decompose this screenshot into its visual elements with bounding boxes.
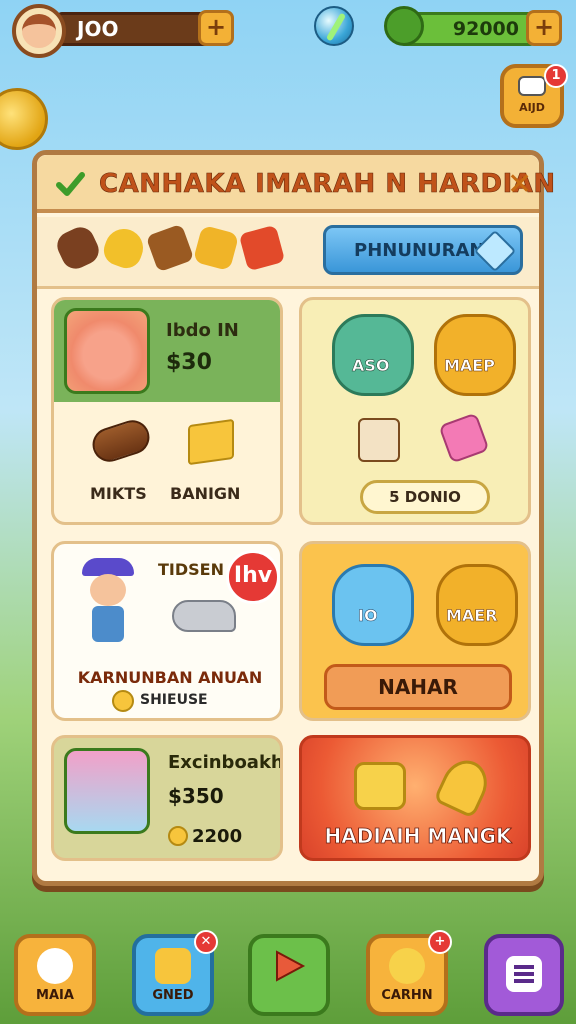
offer-card-blobs[interactable]: ASO MAEP 5 DONIO <box>299 297 531 525</box>
add-coins-button[interactable]: + <box>198 10 234 46</box>
green-blob-icon <box>332 314 414 396</box>
log-item-icon <box>88 415 154 467</box>
nav-shop-label: CARHN <box>381 988 433 1003</box>
pig-portrait-icon <box>64 308 150 394</box>
blob-label-4: MAER <box>446 606 498 626</box>
gold-blob-icon <box>434 314 516 396</box>
diamond-icon <box>473 229 517 273</box>
coin-counter: JOO <box>56 12 216 46</box>
cheese-icon <box>354 762 406 810</box>
pineapple-icon <box>192 224 240 272</box>
mail-label: AIJD <box>519 101 545 114</box>
card-title: Ibdo IN <box>166 320 239 341</box>
toast-icon <box>358 418 400 462</box>
nav-main-label: MAIA <box>36 988 74 1003</box>
search-button[interactable]: PHNUNURAN <box>323 225 523 275</box>
panel-header: CANHAKA IMARAH N HARDIAN ✕ <box>37 155 555 213</box>
log-icon <box>52 222 104 274</box>
nav-quest-button[interactable]: GNED ✕ <box>132 930 218 1016</box>
coin-icon <box>168 826 188 846</box>
event-tag: TIDSEN <box>158 560 224 579</box>
offer-card-farmer[interactable]: Excinboakh $350 2200 <box>51 735 283 861</box>
item-label-2: BANIGN <box>170 484 241 503</box>
gold-block-icon <box>188 418 234 466</box>
gold-blob-icon-2 <box>436 564 518 646</box>
nav-quest-badge: ✕ <box>194 930 218 954</box>
blob-label-2: MAEP <box>444 356 495 376</box>
offer-card-market[interactable]: IO MAER NAHAR <box>299 541 531 721</box>
nav-shop-badge: + <box>428 930 452 954</box>
corn-icon <box>99 223 149 273</box>
seal-icon <box>172 600 236 632</box>
search-label: PHNUNURAN <box>354 240 485 261</box>
floating-coin-icon <box>0 88 48 150</box>
farmer-price: $350 <box>168 784 224 808</box>
event-title: KARNUNBAN ANUAN <box>77 668 263 687</box>
mail-badge: 1 <box>544 64 568 88</box>
mail-button[interactable]: AIJD 1 <box>500 64 568 128</box>
scroll-icon <box>155 948 191 984</box>
blue-blob-icon <box>332 564 414 646</box>
shield-icon <box>389 948 425 984</box>
coin-small-icon <box>112 690 134 712</box>
blob-label-3: IO <box>358 606 378 626</box>
nav-shop-button[interactable]: CARHN + <box>366 930 452 1016</box>
farmer-title: Excinboakh <box>168 752 283 773</box>
item-label-1: MIKTS <box>90 484 147 503</box>
close-icon[interactable]: ✕ <box>507 167 532 202</box>
strawberry-icon <box>238 224 286 272</box>
panel-title: CANHAKA IMARAH N HARDIAN <box>99 169 556 200</box>
nav-menu-button[interactable] <box>484 934 564 1016</box>
resource-row: PHNUNURAN <box>37 217 539 289</box>
cash-value: 92000 <box>452 18 519 40</box>
avatar-face-icon <box>22 14 56 48</box>
farmer-portrait-icon <box>64 748 150 834</box>
golden-corn-icon <box>433 753 495 819</box>
gift-label: HADIAIH MANGK <box>324 824 512 849</box>
coin-value: JOO <box>77 17 119 41</box>
nav-quest-label: GNED <box>152 988 194 1003</box>
event-subtitle: SHIEUSE <box>140 692 208 708</box>
paw-icon <box>37 948 73 984</box>
offer-card-gift[interactable]: HADIAIH MANGK <box>299 735 531 861</box>
offer-card-event[interactable]: TIDSEN Ihv KARNUNBAN ANUAN SHIEUSE <box>51 541 283 721</box>
cash-icon <box>384 6 424 46</box>
live-badge: Ihv <box>226 550 280 604</box>
check-icon <box>56 172 85 196</box>
player-avatar[interactable] <box>12 4 66 58</box>
play-icon <box>276 950 306 982</box>
mail-icon <box>518 76 546 96</box>
farmer-boy-icon <box>78 556 138 646</box>
blob-label-1: ASO <box>352 356 390 376</box>
daily-panel: CANHAKA IMARAH N HARDIAN ✕ PHNUNURAN Ibd… <box>32 150 555 886</box>
offer-card-pig[interactable]: Ibdo IN $30 MIKTS BANIGN <box>51 297 283 525</box>
add-cash-button[interactable]: + <box>526 10 562 46</box>
card-price: $30 <box>166 350 212 375</box>
plank-icon <box>145 223 195 273</box>
gem-icon[interactable] <box>314 6 354 46</box>
menu-icon <box>506 956 542 992</box>
top-bar: JOO + 92000 + <box>0 0 576 60</box>
farmer-coins: 2200 <box>192 826 243 847</box>
nav-main-button[interactable]: MAIA <box>14 934 96 1016</box>
market-button[interactable]: NAHAR <box>324 664 512 710</box>
pink-bottle-icon <box>438 412 490 464</box>
claim-pill[interactable]: 5 DONIO <box>360 480 490 514</box>
nav-play-button[interactable] <box>248 934 330 1016</box>
